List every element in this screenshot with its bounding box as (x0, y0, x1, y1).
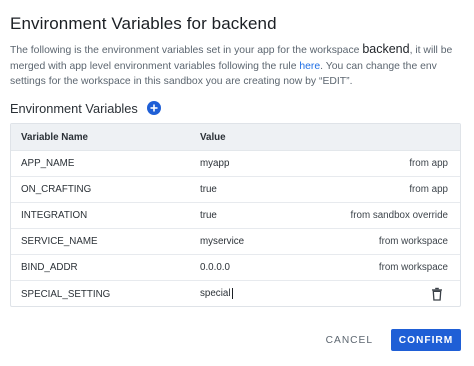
variable-value: myservice (200, 236, 245, 247)
variable-value: 0.0.0.0 (200, 262, 230, 273)
variable-source: from sandbox override (350, 210, 448, 221)
confirm-button[interactable]: CONFIRM (391, 329, 461, 351)
dialog-description: The following is the environment variabl… (10, 42, 462, 90)
table-header: Variable Name Value (11, 124, 460, 151)
variable-value-editor[interactable]: special (200, 288, 233, 300)
delete-variable-button[interactable] (430, 287, 444, 301)
variable-source: from app (409, 184, 448, 195)
variable-name: APP_NAME (21, 158, 75, 169)
cancel-button[interactable]: CANCEL (318, 329, 381, 351)
env-variables-table: Variable Name Value APP_NAME myapp from … (10, 123, 461, 307)
table-row: SERVICE_NAME myservice from workspace (11, 229, 460, 255)
table-row: APP_NAME myapp from app (11, 151, 460, 177)
trash-icon (432, 287, 442, 301)
variable-source: from workspace (378, 262, 448, 273)
variable-value: myapp (200, 158, 230, 169)
variable-name: ON_CRAFTING (21, 184, 92, 195)
variable-name: SPECIAL_SETTING (21, 288, 111, 300)
dialog-title: Environment Variables for backend (10, 14, 277, 33)
header-variable-name: Variable Name (21, 131, 88, 143)
table-row: ON_CRAFTING true from app (11, 177, 460, 203)
env-variables-section-header: Environment Variables (10, 99, 161, 117)
variable-name: BIND_ADDR (21, 262, 78, 273)
description-text-1: The following is the environment variabl… (10, 45, 363, 56)
table-row-editing: SPECIAL_SETTING special (11, 281, 460, 307)
header-value: Value (200, 131, 226, 143)
dialog-footer: CANCEL CONFIRM (318, 329, 461, 351)
table-row: BIND_ADDR 0.0.0.0 from workspace (11, 255, 460, 281)
section-label: Environment Variables (10, 100, 138, 116)
add-variable-button[interactable] (146, 101, 161, 115)
variable-source: from app (409, 158, 448, 169)
env-variables-dialog: Environment Variables for backend The fo… (0, 0, 474, 366)
variable-source: from workspace (378, 236, 448, 247)
rule-link[interactable]: here (299, 61, 320, 72)
table-row: INTEGRATION true from sandbox override (11, 203, 460, 229)
variable-name: INTEGRATION (21, 210, 88, 221)
variable-value: true (200, 184, 217, 195)
variable-value: true (200, 210, 217, 221)
plus-icon (150, 104, 158, 112)
description-workspace-name: backend (362, 42, 410, 56)
text-caret (231, 288, 233, 300)
variable-name: SERVICE_NAME (21, 236, 98, 247)
variable-value-input[interactable]: special (200, 289, 231, 300)
